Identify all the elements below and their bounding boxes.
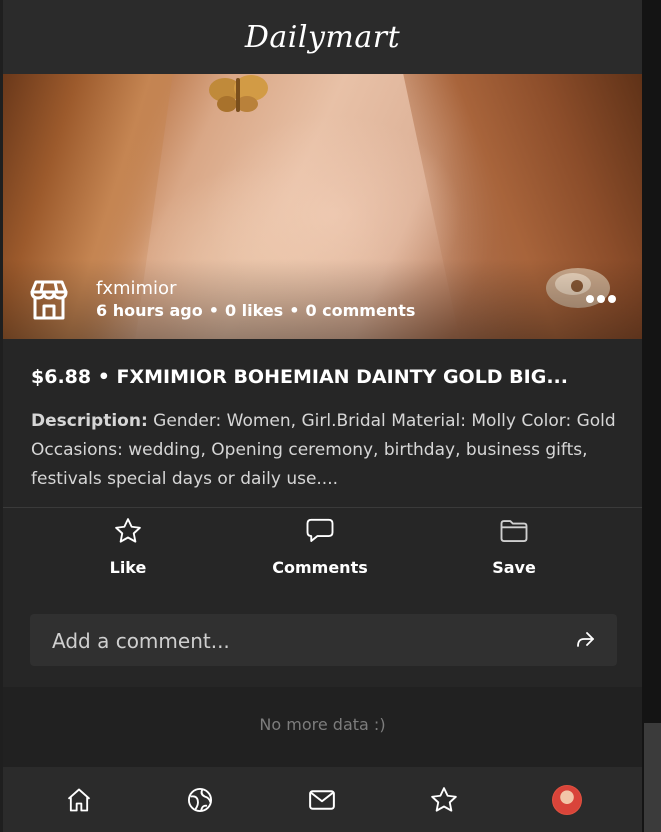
no-more-data-message: No more data :) bbox=[259, 715, 386, 734]
avatar bbox=[552, 785, 582, 815]
comment-input[interactable] bbox=[50, 614, 554, 668]
butterfly-earring-graphic bbox=[209, 75, 268, 112]
comment-box bbox=[30, 614, 617, 668]
bottom-nav bbox=[3, 767, 642, 832]
meta-separator: • bbox=[208, 301, 219, 320]
like-button[interactable]: Like bbox=[53, 516, 203, 577]
app-logo[interactable]: Dailymart bbox=[245, 20, 400, 55]
post-title[interactable]: $6.88 • FXMIMIOR BOHEMIAN DAINTY GOLD BI… bbox=[31, 366, 631, 388]
app-container: Dailymart fxmimior 6 hours ago • 0 likes… bbox=[3, 0, 642, 832]
nav-favorites[interactable] bbox=[428, 784, 460, 816]
meta-separator: • bbox=[289, 301, 300, 320]
post-comments-count: 0 comments bbox=[305, 301, 416, 320]
nav-profile[interactable] bbox=[551, 784, 583, 816]
save-label: Save bbox=[492, 558, 536, 577]
like-label: Like bbox=[109, 558, 147, 577]
comments-label: Comments bbox=[272, 558, 368, 577]
comment-icon bbox=[306, 518, 334, 542]
nav-home[interactable] bbox=[63, 784, 95, 816]
post-time: 6 hours ago bbox=[96, 301, 203, 320]
more-horizontal-icon[interactable] bbox=[585, 292, 617, 306]
description-label: Description: bbox=[31, 411, 148, 431]
folder-icon bbox=[500, 520, 528, 542]
app-header: Dailymart bbox=[3, 0, 642, 74]
store-icon[interactable] bbox=[27, 278, 71, 322]
post-description: Description: Gender: Women, Girl.Bridal … bbox=[31, 407, 621, 494]
home-icon bbox=[67, 788, 91, 812]
save-button[interactable]: Save bbox=[439, 516, 589, 577]
post-likes-count: 0 likes bbox=[224, 301, 284, 320]
post-image[interactable]: fxmimior 6 hours ago • 0 likes • 0 comme… bbox=[3, 74, 642, 339]
globe-icon bbox=[187, 787, 213, 813]
share-icon[interactable] bbox=[573, 628, 597, 652]
star-icon bbox=[431, 787, 457, 812]
mail-icon bbox=[309, 790, 335, 810]
scrollbar[interactable] bbox=[644, 723, 661, 832]
nav-explore[interactable] bbox=[184, 784, 216, 816]
nav-messages[interactable] bbox=[306, 784, 338, 816]
divider bbox=[3, 507, 642, 508]
comments-button[interactable]: Comments bbox=[245, 516, 395, 577]
page-edge bbox=[642, 0, 661, 832]
star-icon bbox=[115, 518, 141, 543]
post-meta: 6 hours ago • 0 likes • 0 comments bbox=[96, 301, 415, 320]
post-username[interactable]: fxmimior bbox=[96, 278, 176, 299]
